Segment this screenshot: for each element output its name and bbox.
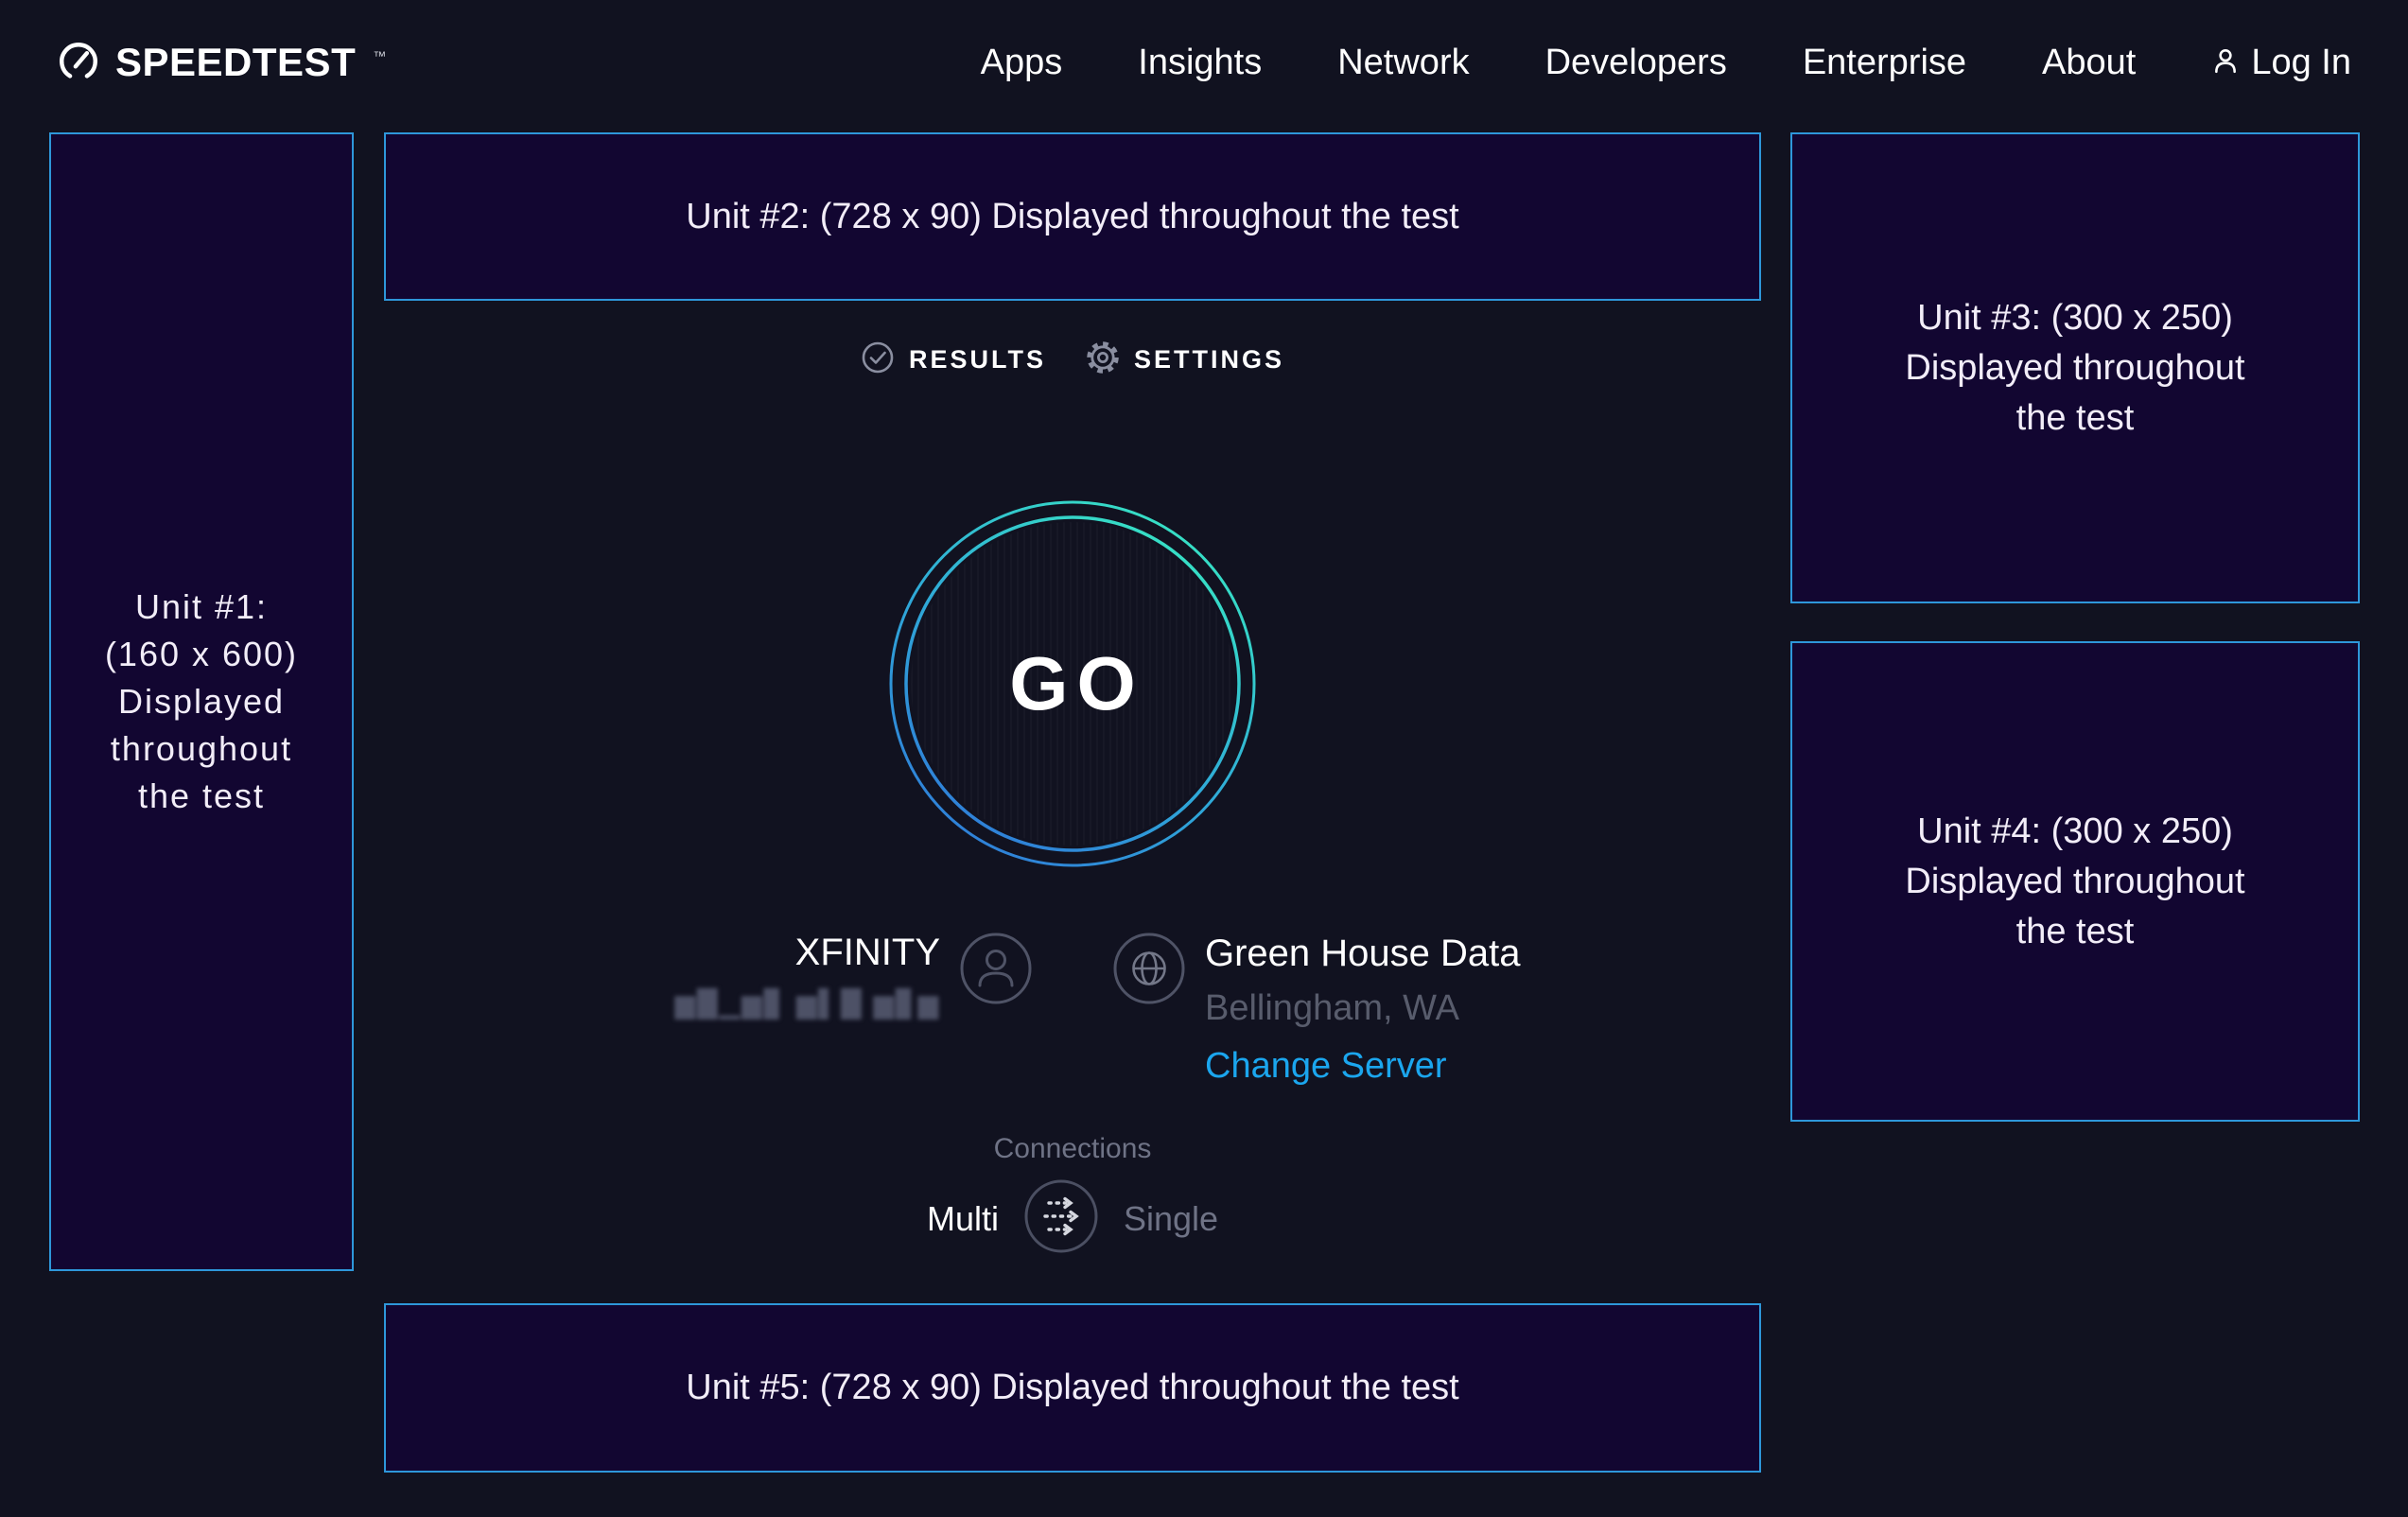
nav-item-network[interactable]: Network <box>1337 43 1469 83</box>
tab-settings-label: SETTINGS <box>1134 345 1284 375</box>
connections-multi-option[interactable]: Multi <box>927 1199 999 1239</box>
connections-row: Multi Single <box>384 1178 1761 1259</box>
isp-server-row: XFINITY ▆█▁▆▊ ▆▌█ ▆▊▆ Green House Data B… <box>590 932 1521 1087</box>
tab-results[interactable]: RESULTS <box>861 340 1046 379</box>
gear-icon <box>1086 340 1120 379</box>
nav-item-apps[interactable]: Apps <box>981 43 1063 83</box>
brand-name: SPEEDTEST <box>115 40 356 85</box>
isp-name: XFINITY <box>590 932 940 973</box>
ad-unit-3-line: the test <box>2016 393 2135 444</box>
ad-unit-3-line: Unit #3: (300 x 250) <box>1917 293 2233 343</box>
person-icon <box>2211 46 2240 79</box>
login-label: Log In <box>2251 43 2351 83</box>
ad-unit-5[interactable]: Unit #5: (728 x 90) Displayed throughout… <box>384 1303 1761 1473</box>
connections-single-option[interactable]: Single <box>1124 1199 1218 1239</box>
trademark-mark: ™ <box>373 48 386 63</box>
ad-unit-1-line: (160 x 600) <box>105 631 298 678</box>
login-button[interactable]: Log In <box>2211 43 2351 83</box>
ad-unit-2[interactable]: Unit #2: (728 x 90) Displayed throughout… <box>384 132 1761 301</box>
isp-block: XFINITY ▆█▁▆▊ ▆▌█ ▆▊▆ <box>590 932 940 1020</box>
server-globe-circle-icon <box>1112 932 1186 1010</box>
isp-masked-address: ▆█▁▆▊ ▆▌█ ▆▊▆ <box>590 988 940 1020</box>
nav-item-developers[interactable]: Developers <box>1545 43 1727 83</box>
go-button[interactable]: GO <box>888 499 1257 868</box>
ad-unit-4-line: Unit #4: (300 x 250) <box>1917 807 2233 857</box>
ad-unit-4-line: the test <box>2016 907 2135 957</box>
isp-person-circle-icon <box>959 932 1033 1010</box>
nav-item-enterprise[interactable]: Enterprise <box>1803 43 1966 83</box>
top-nav: SPEEDTEST ™ Apps Insights Network Develo… <box>0 0 2408 125</box>
nav-item-insights[interactable]: Insights <box>1138 43 1262 83</box>
ad-unit-5-text: Unit #5: (728 x 90) Displayed throughout… <box>686 1368 1458 1408</box>
ad-unit-1-line: the test <box>138 773 265 820</box>
ad-unit-1-line: Unit #1: <box>135 584 268 631</box>
nav-item-about[interactable]: About <box>2042 43 2136 83</box>
server-location: Bellingham, WA <box>1205 988 1521 1029</box>
ad-unit-3[interactable]: Unit #3: (300 x 250) Displayed throughou… <box>1790 132 2360 603</box>
change-server-link[interactable]: Change Server <box>1205 1046 1521 1087</box>
tabs-row: RESULTS SETTINGS <box>384 340 1761 379</box>
ad-unit-4[interactable]: Unit #4: (300 x 250) Displayed throughou… <box>1790 641 2360 1122</box>
go-label: GO <box>888 499 1257 868</box>
server-name: Green House Data <box>1205 932 1521 975</box>
connections-label: Connections <box>384 1133 1761 1165</box>
multi-connection-arrows-icon[interactable] <box>1023 1178 1099 1259</box>
tab-settings[interactable]: SETTINGS <box>1086 340 1284 379</box>
ad-unit-2-text: Unit #2: (728 x 90) Displayed throughout… <box>686 197 1458 237</box>
tab-results-label: RESULTS <box>909 345 1046 375</box>
gauge-icon <box>57 39 100 87</box>
speedtest-page: SPEEDTEST ™ Apps Insights Network Develo… <box>0 0 2408 1517</box>
speedtest-logo[interactable]: SPEEDTEST ™ <box>57 39 386 87</box>
ad-unit-1-line: throughout <box>111 725 292 773</box>
ad-unit-3-line: Displayed throughout <box>1905 343 2244 393</box>
server-block: Green House Data Bellingham, WA Change S… <box>1205 932 1521 1087</box>
ad-unit-1-line: Displayed <box>118 678 285 725</box>
nav-menu: Apps Insights Network Developers Enterpr… <box>981 43 2351 83</box>
ad-unit-4-line: Displayed throughout <box>1905 857 2244 907</box>
ad-unit-1[interactable]: Unit #1: (160 x 600) Displayed throughou… <box>49 132 354 1271</box>
check-circle-icon <box>861 340 895 379</box>
